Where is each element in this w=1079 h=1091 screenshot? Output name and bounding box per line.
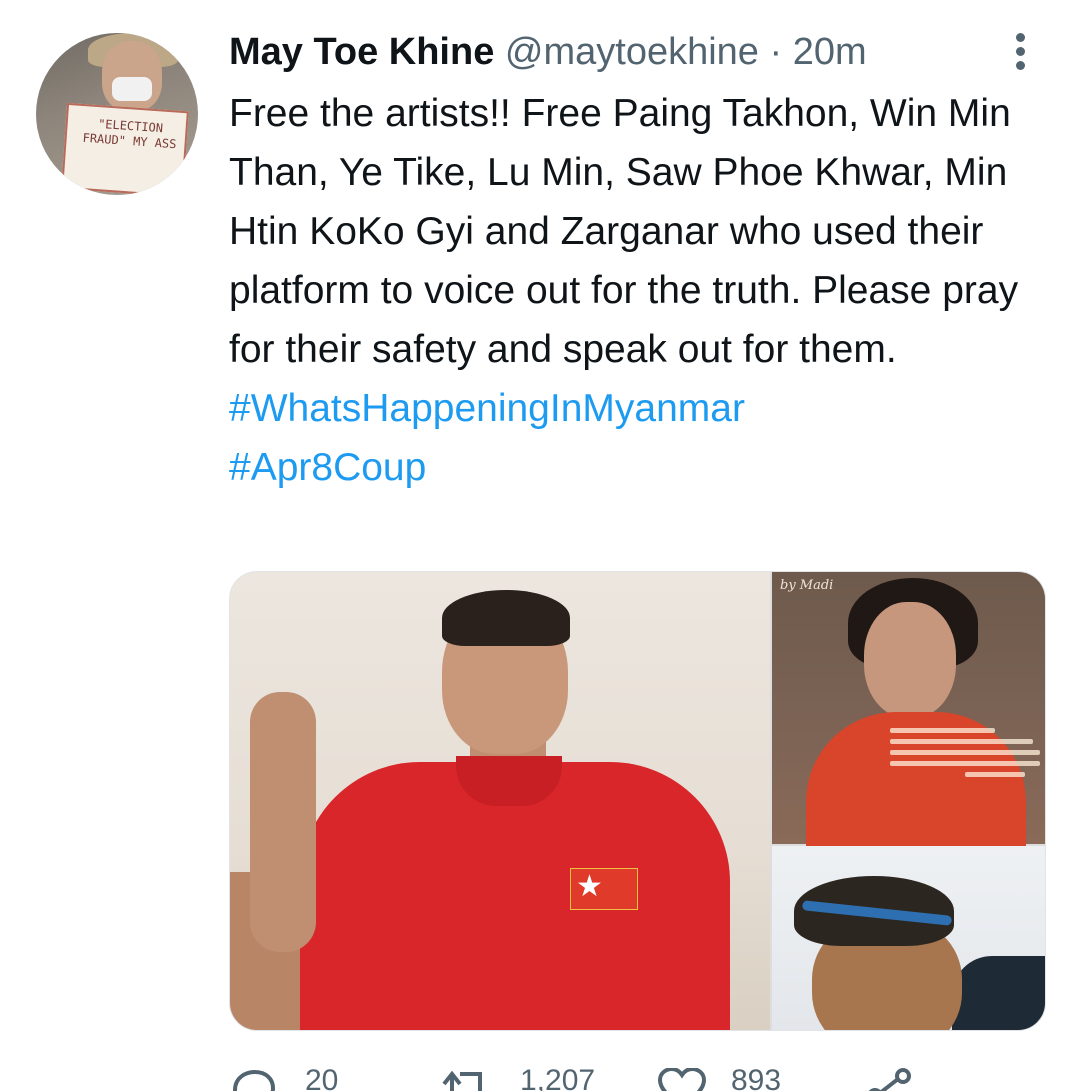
photo-face (864, 602, 956, 718)
author-name[interactable]: May Toe Khine (229, 31, 494, 73)
author-handle[interactable]: @maytoekhine (505, 31, 759, 73)
star-icon: ★ (576, 870, 603, 903)
media-photo-top-right[interactable]: by Madi (772, 572, 1045, 852)
like-icon (657, 1068, 707, 1091)
more-vertical-icon[interactable] (1012, 33, 1030, 70)
media-photo-bottom-right[interactable] (772, 846, 1045, 1030)
media-photo-main[interactable]: ★ (230, 572, 770, 1030)
menu-dot (1016, 47, 1025, 56)
photo-hair (442, 590, 570, 646)
tweet-body: Free the artists!! Free Paing Takhon, Wi… (229, 84, 1059, 497)
retweet-count: 1,207 (520, 1064, 596, 1091)
photo-dark-shirt (952, 956, 1045, 1030)
menu-dot (1016, 33, 1025, 42)
avatar-mask (112, 77, 152, 101)
photo-three-finger-salute (250, 692, 316, 952)
tweet-actions: 20 1,207 893 (229, 1060, 989, 1091)
avatar[interactable]: "ELECTION FRAUD" MY ASS (36, 33, 198, 195)
photo-watermark: by Madi (780, 578, 834, 593)
menu-dot (1016, 61, 1025, 70)
hashtag-link[interactable]: #Apr8Coup (229, 438, 1059, 497)
tweet-header: May Toe Khine @maytoekhine · 20m (229, 28, 867, 76)
reply-icon (232, 1069, 276, 1091)
tweet-text: Free the artists!! Free Paing Takhon, Wi… (229, 92, 1019, 371)
share-icon (868, 1068, 911, 1091)
photo-caption-lines (890, 722, 1040, 783)
hashtag-link[interactable]: #WhatsHappeningInMyanmar (229, 379, 1059, 438)
retweet-icon (442, 1070, 482, 1091)
tweet-timestamp[interactable]: 20m (793, 31, 867, 73)
reply-count: 20 (305, 1064, 339, 1091)
header-separator: · (769, 31, 783, 73)
like-count: 893 (731, 1064, 782, 1091)
media-grid: ★ by Madi (229, 571, 1046, 1031)
